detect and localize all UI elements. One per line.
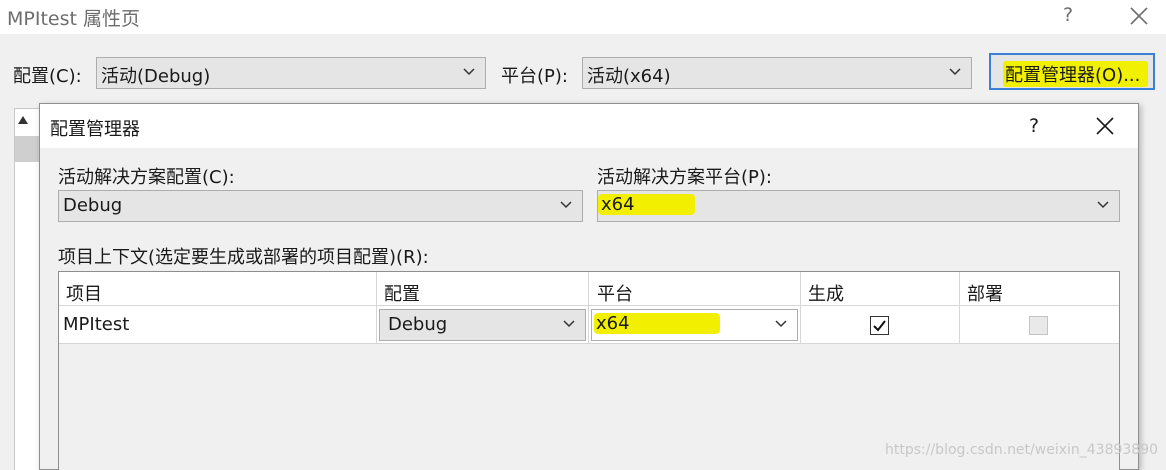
column-header-platform[interactable]: 平台 (597, 280, 633, 306)
chevron-down-icon (563, 320, 575, 328)
column-header-deploy[interactable]: 部署 (967, 280, 1003, 306)
column-header-project[interactable]: 项目 (66, 280, 102, 306)
solution-config-value: Debug (63, 195, 123, 216)
config-label: 配置(C): (13, 66, 82, 87)
row-deploy-checkbox (1029, 316, 1048, 335)
dialog-title: 配置管理器 (50, 119, 140, 140)
config-manager-button[interactable]: 配置管理器(O)... (989, 53, 1155, 90)
row-platform-dropdown[interactable]: x64 (591, 309, 798, 341)
row-platform-value: x64 (594, 313, 720, 334)
platform-dropdown[interactable]: 活动(x64) (582, 57, 972, 89)
property-tree-pane[interactable] (14, 108, 40, 470)
column-divider (800, 272, 801, 344)
chevron-down-icon (1097, 201, 1109, 209)
platform-label: 平台(P): (501, 66, 568, 87)
column-divider (959, 272, 960, 344)
solution-platform-value: x64 (598, 194, 695, 215)
dialog-close-button[interactable] (1096, 117, 1114, 135)
dialog-title-bar (40, 104, 1138, 148)
config-manager-button-label: 配置管理器(O)... (1003, 61, 1149, 87)
solution-config-dropdown[interactable]: Debug (58, 190, 583, 222)
config-dropdown-value: 活动(Debug) (101, 66, 211, 87)
row-project-name: MPItest (63, 314, 130, 335)
solution-platform-dropdown[interactable]: x64 (597, 190, 1120, 222)
chevron-down-icon (949, 68, 961, 76)
dialog-help-button[interactable]: ? (1029, 115, 1039, 137)
row-config-dropdown[interactable]: Debug (379, 309, 586, 341)
close-icon (1130, 7, 1148, 25)
property-tree-selected-item[interactable] (15, 136, 40, 162)
chevron-down-icon (463, 68, 475, 76)
config-dropdown[interactable]: 活动(Debug) (96, 57, 486, 89)
checkmark-icon (873, 320, 886, 332)
outer-window-title: MPItest 属性页 (7, 8, 140, 30)
column-divider (376, 272, 377, 344)
column-header-config[interactable]: 配置 (384, 280, 420, 306)
column-divider (588, 272, 589, 344)
chevron-down-icon (775, 320, 787, 328)
outer-close-button[interactable] (1130, 7, 1148, 25)
chevron-down-icon (560, 201, 572, 209)
watermark-text: https://blog.csdn.net/weixin_43893890 (885, 442, 1159, 458)
solution-platform-label: 活动解决方案平台(P): (597, 167, 772, 188)
tree-expand-icon[interactable] (18, 116, 28, 124)
grid-header (59, 272, 1119, 306)
close-icon (1096, 117, 1114, 135)
row-config-value: Debug (388, 314, 448, 335)
column-header-build[interactable]: 生成 (808, 280, 844, 306)
row-build-checkbox[interactable] (870, 316, 889, 335)
project-context-label: 项目上下文(选定要生成或部署的项目配置)(R): (58, 247, 429, 268)
outer-help-button[interactable]: ? (1063, 4, 1073, 26)
platform-dropdown-value: 活动(x64) (587, 66, 671, 87)
outer-title-bar (0, 0, 1166, 34)
table-row[interactable] (59, 306, 1119, 344)
solution-config-label: 活动解决方案配置(C): (58, 167, 235, 188)
